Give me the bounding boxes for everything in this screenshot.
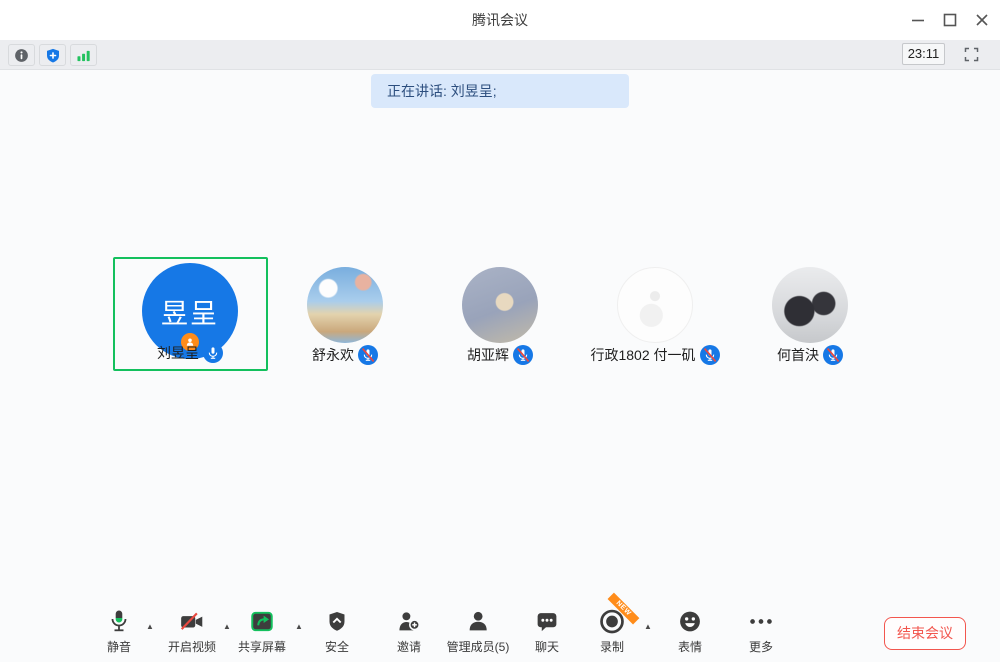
title-bar: 腾讯会议 bbox=[0, 0, 1000, 40]
members-icon bbox=[447, 608, 510, 636]
mic-muted-icon bbox=[823, 345, 843, 365]
chat-button[interactable]: 聊天 bbox=[535, 608, 560, 655]
record-button[interactable]: NEW 录制 bbox=[599, 608, 626, 655]
share-options-arrow[interactable]: ▲ bbox=[295, 622, 303, 631]
toolbar-label: 管理成员(5) bbox=[447, 638, 510, 655]
toolbar-label: 录制 bbox=[599, 638, 626, 655]
avatar bbox=[307, 267, 383, 343]
participant-name: 胡亚辉 bbox=[467, 345, 509, 365]
emoji-icon bbox=[678, 608, 703, 636]
end-meeting-button[interactable]: 结束会议 bbox=[884, 617, 966, 650]
participant-name: 何首決 bbox=[777, 345, 819, 365]
participant-name: 舒永欢 bbox=[312, 345, 354, 365]
participants-row: 昱呈 刘昱呈 bbox=[0, 257, 1000, 371]
share-screen-icon bbox=[238, 608, 286, 636]
participant-name: 行政1802 付一矶 bbox=[590, 345, 695, 365]
toolbar-label: 静音 bbox=[107, 638, 131, 655]
meeting-window: 腾讯会议 23:11 bbox=[0, 0, 1000, 662]
close-icon bbox=[975, 13, 989, 27]
participant-tile-fuyiji[interactable]: 行政1802 付一矶 bbox=[578, 257, 733, 371]
toolbar-label: 共享屏幕 bbox=[238, 638, 286, 655]
mute-options-arrow[interactable]: ▲ bbox=[146, 622, 154, 631]
security-button[interactable]: 安全 bbox=[325, 608, 349, 655]
invite-button[interactable]: 邀请 bbox=[397, 608, 422, 655]
camera-off-icon bbox=[168, 608, 216, 636]
network-quality-button[interactable] bbox=[70, 44, 97, 66]
manage-members-button[interactable]: 管理成员(5) bbox=[447, 608, 510, 655]
start-video-button[interactable]: 开启视频 bbox=[168, 608, 216, 655]
more-icon bbox=[748, 608, 775, 636]
security-shield-icon bbox=[325, 608, 349, 636]
share-screen-button[interactable]: 共享屏幕 bbox=[238, 608, 286, 655]
shield-plus-icon bbox=[45, 47, 61, 64]
active-speaker-banner: 正在讲话: 刘昱呈; bbox=[371, 74, 629, 108]
fullscreen-button[interactable] bbox=[958, 43, 984, 65]
mic-muted-icon bbox=[513, 345, 533, 365]
mic-muted-icon bbox=[358, 345, 378, 365]
toolbar-label: 邀请 bbox=[397, 638, 422, 655]
chat-icon bbox=[535, 608, 560, 636]
maximize-button[interactable] bbox=[936, 6, 964, 34]
info-icon bbox=[13, 47, 30, 64]
record-icon: NEW bbox=[599, 608, 626, 636]
meeting-security-button[interactable] bbox=[39, 44, 66, 66]
avatar bbox=[617, 267, 693, 343]
participant-tile-liuyucheng[interactable]: 昱呈 刘昱呈 bbox=[113, 257, 268, 371]
toolbar-label: 安全 bbox=[325, 638, 349, 655]
record-options-arrow[interactable]: ▲ bbox=[644, 622, 652, 631]
toolbar-label: 开启视频 bbox=[168, 638, 216, 655]
meeting-info-button[interactable] bbox=[8, 44, 35, 66]
minimize-icon bbox=[911, 13, 925, 27]
network-signal-icon bbox=[75, 47, 92, 64]
maximize-icon bbox=[943, 13, 957, 27]
toolbar-label: 聊天 bbox=[535, 638, 560, 655]
avatar bbox=[772, 267, 848, 343]
participant-tile-heshoujue[interactable]: 何首決 bbox=[733, 257, 888, 371]
video-options-arrow[interactable]: ▲ bbox=[223, 622, 231, 631]
toolbar-label: 表情 bbox=[678, 638, 703, 655]
minimize-button[interactable] bbox=[904, 6, 932, 34]
toolbar-label: 更多 bbox=[748, 638, 775, 655]
participant-name: 刘昱呈 bbox=[157, 343, 199, 363]
mic-on-icon bbox=[203, 343, 223, 363]
avatar bbox=[462, 267, 538, 343]
emoji-button[interactable]: 表情 bbox=[678, 608, 703, 655]
participant-tile-shuyonghuan[interactable]: 舒永欢 bbox=[268, 257, 423, 371]
mute-button[interactable]: 静音 bbox=[107, 608, 131, 655]
window-title: 腾讯会议 bbox=[0, 0, 1000, 40]
more-button[interactable]: 更多 bbox=[748, 608, 775, 655]
close-button[interactable] bbox=[968, 6, 996, 34]
meeting-timer: 23:11 bbox=[902, 43, 945, 65]
invite-icon bbox=[397, 608, 422, 636]
fullscreen-icon bbox=[963, 46, 980, 63]
avatar-initials: 昱呈 bbox=[161, 292, 219, 331]
microphone-icon bbox=[107, 608, 131, 636]
participant-tile-huyahui[interactable]: 胡亚辉 bbox=[423, 257, 578, 371]
mic-muted-icon bbox=[700, 345, 720, 365]
meeting-info-strip bbox=[0, 40, 1000, 70]
